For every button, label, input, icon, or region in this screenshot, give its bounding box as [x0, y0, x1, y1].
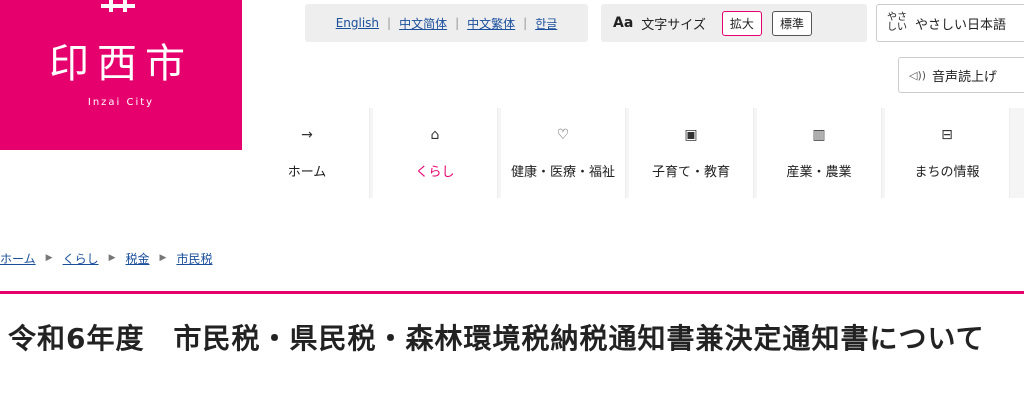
house-icon: ⌂: [430, 126, 440, 143]
speaker-icon: ◁)): [909, 68, 927, 82]
book-icon: ▣: [684, 126, 698, 143]
nav-label: くらし: [415, 164, 455, 180]
page-title: 令和6年度 市民税・県民税・森林環境税納税通知書兼決定通知書について: [8, 322, 985, 355]
text-size-icon: Aa: [613, 15, 634, 31]
global-navigation: → ホーム ⌂ くらし ♡ 健康・医療・福祉 ▣ 子育て・教育 ▥ 産業・農業 …: [245, 108, 1024, 198]
nav-label: まちの情報: [914, 164, 980, 180]
nav-item-living[interactable]: ⌂ くらし: [373, 108, 498, 198]
city-name-english: Inzai City: [87, 97, 155, 108]
breadcrumb-municipal-tax[interactable]: 市民税: [176, 250, 212, 267]
lang-traditional-chinese-link[interactable]: 中文繁体: [459, 15, 523, 32]
read-aloud-label: 音声読上げ: [932, 69, 998, 85]
breadcrumb-living[interactable]: くらし: [63, 250, 99, 267]
nav-label: ホーム: [287, 164, 327, 180]
enlarge-text-button[interactable]: 拡大: [721, 10, 762, 36]
nav-item-industry[interactable]: ▥ 産業・農業: [757, 108, 882, 198]
text-size-label: 文字サイズ: [641, 17, 706, 33]
standard-text-button[interactable]: 標準: [771, 10, 812, 36]
city-emblem-icon: [101, 0, 135, 12]
language-switcher: English | 中文简体 | 中文繁体 | 한글: [305, 4, 588, 42]
nav-item-childcare[interactable]: ▣ 子育て・教育: [629, 108, 754, 198]
read-aloud-button[interactable]: ◁)) 音声読上げ: [898, 57, 1024, 93]
easy-japanese-icon: やさ しい: [887, 12, 907, 33]
breadcrumb-home[interactable]: ホーム: [0, 250, 36, 267]
nav-label: 子育て・教育: [651, 164, 730, 180]
nav-label: 産業・農業: [786, 164, 852, 180]
briefcase-icon: ⊟: [941, 126, 953, 143]
lang-english-link[interactable]: English: [328, 16, 387, 30]
city-name: 印西市: [49, 41, 193, 87]
easy-japanese-button[interactable]: やさ しい やさしい日本語: [876, 4, 1024, 42]
breadcrumb-tax[interactable]: 税金: [126, 250, 150, 267]
lang-korean-link[interactable]: 한글: [527, 15, 565, 32]
nav-item-home[interactable]: → ホーム: [245, 108, 370, 198]
nav-item-health[interactable]: ♡ 健康・医療・福祉: [501, 108, 626, 198]
heart-icon: ♡: [556, 126, 570, 143]
breadcrumb: ホーム ▶ くらし ▶ 税金 ▶ 市民税: [0, 248, 212, 268]
site-logo[interactable]: 印西市 Inzai City: [0, 0, 242, 150]
lang-simplified-chinese-link[interactable]: 中文简体: [391, 15, 455, 32]
text-size-control: Aa 文字サイズ 拡大 標準: [601, 4, 867, 42]
nav-label: 健康・医療・福祉: [510, 164, 615, 180]
breadcrumb-arrow-icon: ▶: [108, 253, 116, 263]
title-divider: [0, 291, 1024, 294]
easy-japanese-label: やさしい日本語: [915, 17, 1007, 33]
nav-item-city-info[interactable]: ⊟ まちの情報: [885, 108, 1010, 198]
building-icon: ▥: [812, 126, 826, 143]
breadcrumb-arrow-icon: ▶: [159, 253, 167, 263]
arrow-right-icon: →: [301, 126, 313, 143]
breadcrumb-arrow-icon: ▶: [45, 253, 53, 263]
